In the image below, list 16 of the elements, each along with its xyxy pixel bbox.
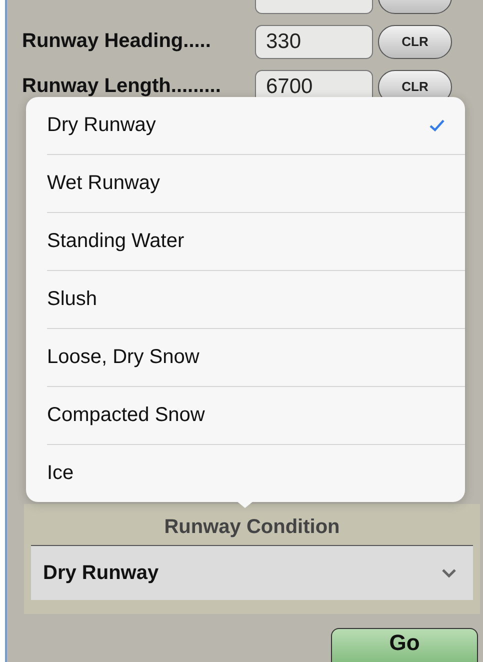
option-item[interactable]: Dry Runway [47, 114, 156, 137]
condition-select[interactable]: Dry Runway [31, 545, 473, 600]
select-value: Dry Runway [43, 562, 159, 584]
clear-button[interactable]: CLR [378, 24, 452, 58]
go-button[interactable]: Go [331, 628, 478, 662]
field-label: Runway Heading..... [22, 30, 212, 53]
section-label: Runway Condition [164, 516, 340, 539]
option-item[interactable]: Compacted Snow [47, 404, 205, 427]
option-item[interactable]: Wet Runway [47, 172, 160, 195]
option-item[interactable]: Standing Water [47, 230, 184, 253]
option-item[interactable]: Loose, Dry Snow [47, 346, 200, 369]
option-item[interactable]: Slush [47, 288, 98, 311]
option-item[interactable]: Ice [47, 462, 74, 485]
field-label: Runway Length......... [22, 75, 222, 98]
input-field[interactable]: 330 [255, 24, 373, 58]
chevron-down-icon [441, 568, 457, 578]
